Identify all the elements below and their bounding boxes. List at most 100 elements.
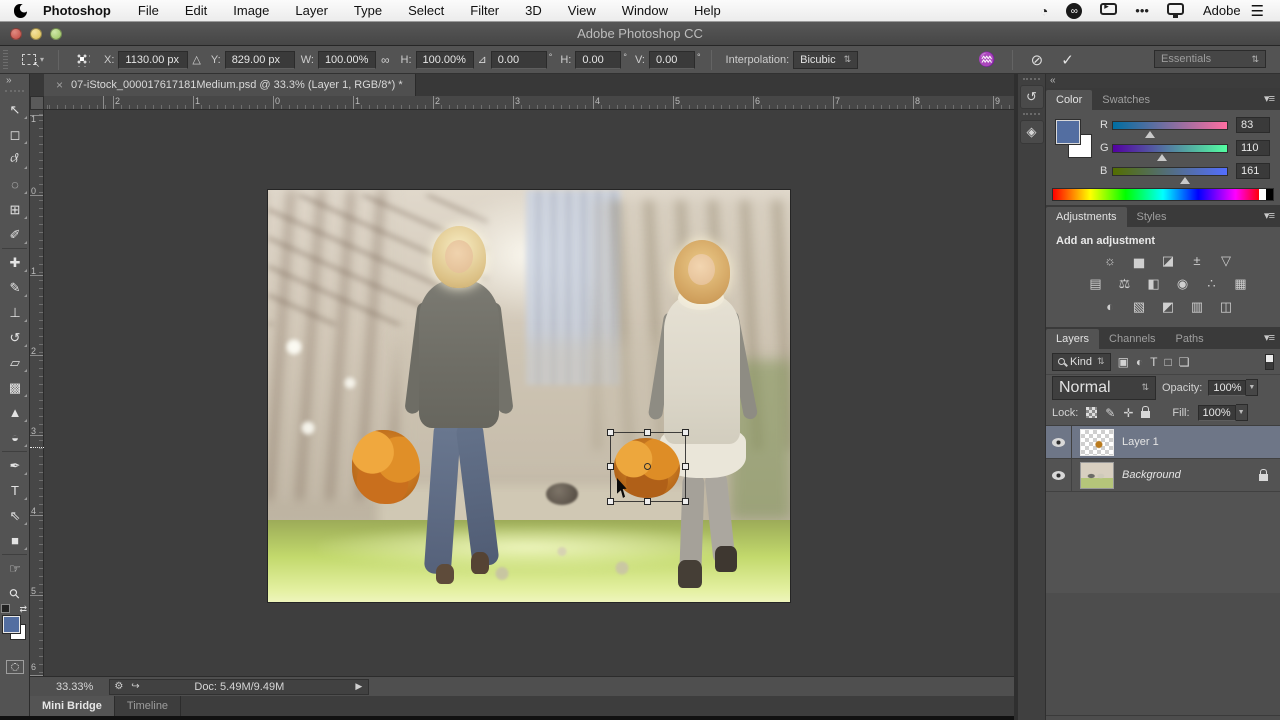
lock-position-icon[interactable]: ✛ — [1123, 406, 1133, 420]
tab-paths[interactable]: Paths — [1166, 329, 1214, 349]
filter-type-layers-icon[interactable]: T — [1150, 355, 1157, 369]
maintain-aspect-ratio-icon[interactable]: ∞ — [381, 53, 390, 67]
invert-icon[interactable]: ◐ — [1100, 299, 1120, 315]
type-tool[interactable]: T — [0, 478, 30, 503]
opacity-field[interactable]: 100% — [1208, 380, 1246, 396]
menu-view[interactable]: View — [555, 3, 609, 18]
clone-stamp-tool[interactable]: ⊥ — [0, 300, 30, 325]
y-position-field[interactable]: 829.00 px — [225, 51, 295, 69]
close-document-icon[interactable]: × — [56, 78, 63, 92]
foreground-color-swatch[interactable] — [1056, 120, 1080, 144]
document-image[interactable] — [268, 190, 790, 602]
foreground-color-swatch[interactable] — [3, 616, 20, 633]
gradient-map-icon[interactable]: ▥ — [1187, 299, 1207, 315]
filter-adjustment-layers-icon[interactable]: ◐ — [1136, 355, 1143, 369]
gradient-tool[interactable]: ▩ — [0, 375, 30, 400]
default-colors-icon[interactable] — [3, 606, 10, 613]
panel-gripper[interactable] — [1023, 78, 1040, 83]
x-position-field[interactable]: 1130.00 px — [118, 51, 188, 69]
tab-mini-bridge[interactable]: Mini Bridge — [30, 696, 115, 716]
color-balance-icon[interactable]: ⚖ — [1115, 276, 1135, 292]
curves-icon[interactable]: ◪ — [1158, 253, 1178, 269]
interpolation-dropdown[interactable]: Bicubic ⇅ — [793, 51, 858, 69]
relative-position-icon[interactable]: △ — [192, 53, 200, 66]
rectangle-tool[interactable]: ■ — [0, 528, 30, 553]
toolbar-gripper[interactable] — [5, 90, 24, 95]
menu-photoshop[interactable]: Photoshop — [41, 3, 125, 18]
quick-mask-mode-button[interactable] — [6, 660, 24, 674]
slider-thumb[interactable] — [1145, 131, 1155, 138]
menu-file[interactable]: File — [125, 3, 172, 18]
color-lookup-icon[interactable]: ▦ — [1231, 276, 1251, 292]
tab-styles[interactable]: Styles — [1127, 207, 1177, 227]
transform-handle[interactable] — [644, 429, 651, 436]
rotation-field[interactable]: 0.00 — [491, 51, 547, 69]
lock-transparent-pixels-icon[interactable] — [1086, 407, 1097, 418]
menu-window[interactable]: Window — [609, 3, 681, 18]
filter-pixel-layers-icon[interactable]: ▣ — [1118, 355, 1129, 369]
menu-layer[interactable]: Layer — [282, 3, 341, 18]
lasso-tool[interactable]: ℘ — [0, 147, 30, 172]
photo-filter-icon[interactable]: ◉ — [1173, 276, 1193, 292]
toolbar-collapse-icon[interactable]: » — [0, 74, 29, 90]
filter-smart-objects-icon[interactable]: ❏ — [1179, 355, 1190, 369]
width-field[interactable]: 100.00% — [318, 51, 376, 69]
h-skew-field[interactable]: 0.00 — [575, 51, 621, 69]
swap-colors-icon[interactable]: ⇄ — [19, 604, 27, 615]
threshold-icon[interactable]: ◩ — [1158, 299, 1178, 315]
ellipsis-icon[interactable]: ••• — [1135, 3, 1149, 18]
spot-healing-brush-tool[interactable]: ✚ — [0, 250, 30, 275]
slider-thumb[interactable] — [1180, 177, 1190, 184]
move-tool[interactable]: ↖ — [0, 97, 30, 122]
transform-handle[interactable] — [682, 429, 689, 436]
tab-timeline[interactable]: Timeline — [115, 696, 181, 716]
tab-channels[interactable]: Channels — [1099, 329, 1165, 349]
menu-filter[interactable]: Filter — [457, 3, 512, 18]
tab-adjustments[interactable]: Adjustments — [1046, 207, 1127, 227]
crop-tool[interactable]: ⊞ — [0, 197, 30, 222]
transform-handle[interactable] — [682, 463, 689, 470]
tool-preset-dropdown-icon[interactable]: ▾ — [40, 55, 44, 64]
fill-dropdown-icon[interactable]: ▼ — [1236, 404, 1248, 421]
reference-point-locator[interactable] — [75, 52, 90, 67]
rectangular-marquee-tool[interactable]: ◻ — [0, 122, 30, 147]
panel-gripper[interactable] — [1023, 113, 1040, 118]
opacity-dropdown-icon[interactable]: ▼ — [1246, 379, 1258, 396]
warp-mode-icon[interactable]: ♒ — [978, 51, 995, 68]
commit-transform-button[interactable]: ✓ — [1061, 51, 1074, 69]
history-brush-tool[interactable]: ↺ — [0, 325, 30, 350]
menu-type[interactable]: Type — [341, 3, 395, 18]
blur-tool[interactable]: ▲ — [0, 400, 30, 425]
transform-handle[interactable] — [607, 463, 614, 470]
tab-swatches[interactable]: Swatches — [1092, 90, 1160, 110]
dodge-tool[interactable]: ◒ — [0, 425, 30, 450]
quick-selection-tool[interactable]: ◌ — [0, 172, 30, 197]
ruler-origin-corner[interactable] — [30, 96, 44, 110]
slider-thumb[interactable] — [1157, 154, 1167, 161]
transform-handle[interactable] — [607, 498, 614, 505]
3d-panel-button[interactable]: ◈ — [1020, 120, 1044, 144]
visibility-toggle[interactable] — [1046, 426, 1072, 459]
menu-3d[interactable]: 3D — [512, 3, 555, 18]
zoom-level-field[interactable]: 33.33% — [56, 681, 93, 693]
zoom-tool[interactable]: ⚲ — [0, 581, 30, 606]
eraser-tool[interactable]: ▱ — [0, 350, 30, 375]
brightness-contrast-icon[interactable]: ☼ — [1100, 253, 1120, 269]
document-tab[interactable]: × 07-iStock_000017617181Medium.psd @ 33.… — [44, 74, 416, 96]
red-slider[interactable] — [1112, 121, 1228, 130]
lock-all-icon[interactable] — [1141, 411, 1150, 418]
black-white-icon[interactable]: ◧ — [1144, 276, 1164, 292]
list-menu-icon[interactable]: ☰ — [1251, 2, 1264, 20]
channel-mixer-icon[interactable]: ∴ — [1202, 276, 1222, 292]
transform-handle[interactable] — [607, 429, 614, 436]
panel-menu-icon[interactable]: ▾≡ — [1264, 92, 1274, 105]
tab-layers[interactable]: Layers — [1046, 329, 1099, 349]
history-panel-button[interactable]: ↺ — [1020, 85, 1044, 109]
hue-saturation-icon[interactable]: ▤ — [1086, 276, 1106, 292]
lock-image-pixels-icon[interactable]: ✎ — [1105, 406, 1115, 420]
panel-menu-icon[interactable]: ▾≡ — [1264, 209, 1274, 222]
fill-field[interactable]: 100% — [1198, 405, 1236, 421]
tab-color[interactable]: Color — [1046, 90, 1092, 110]
filter-shape-layers-icon[interactable]: □ — [1165, 355, 1172, 369]
workspace-switcher[interactable]: Essentials ⇅ — [1154, 50, 1266, 68]
